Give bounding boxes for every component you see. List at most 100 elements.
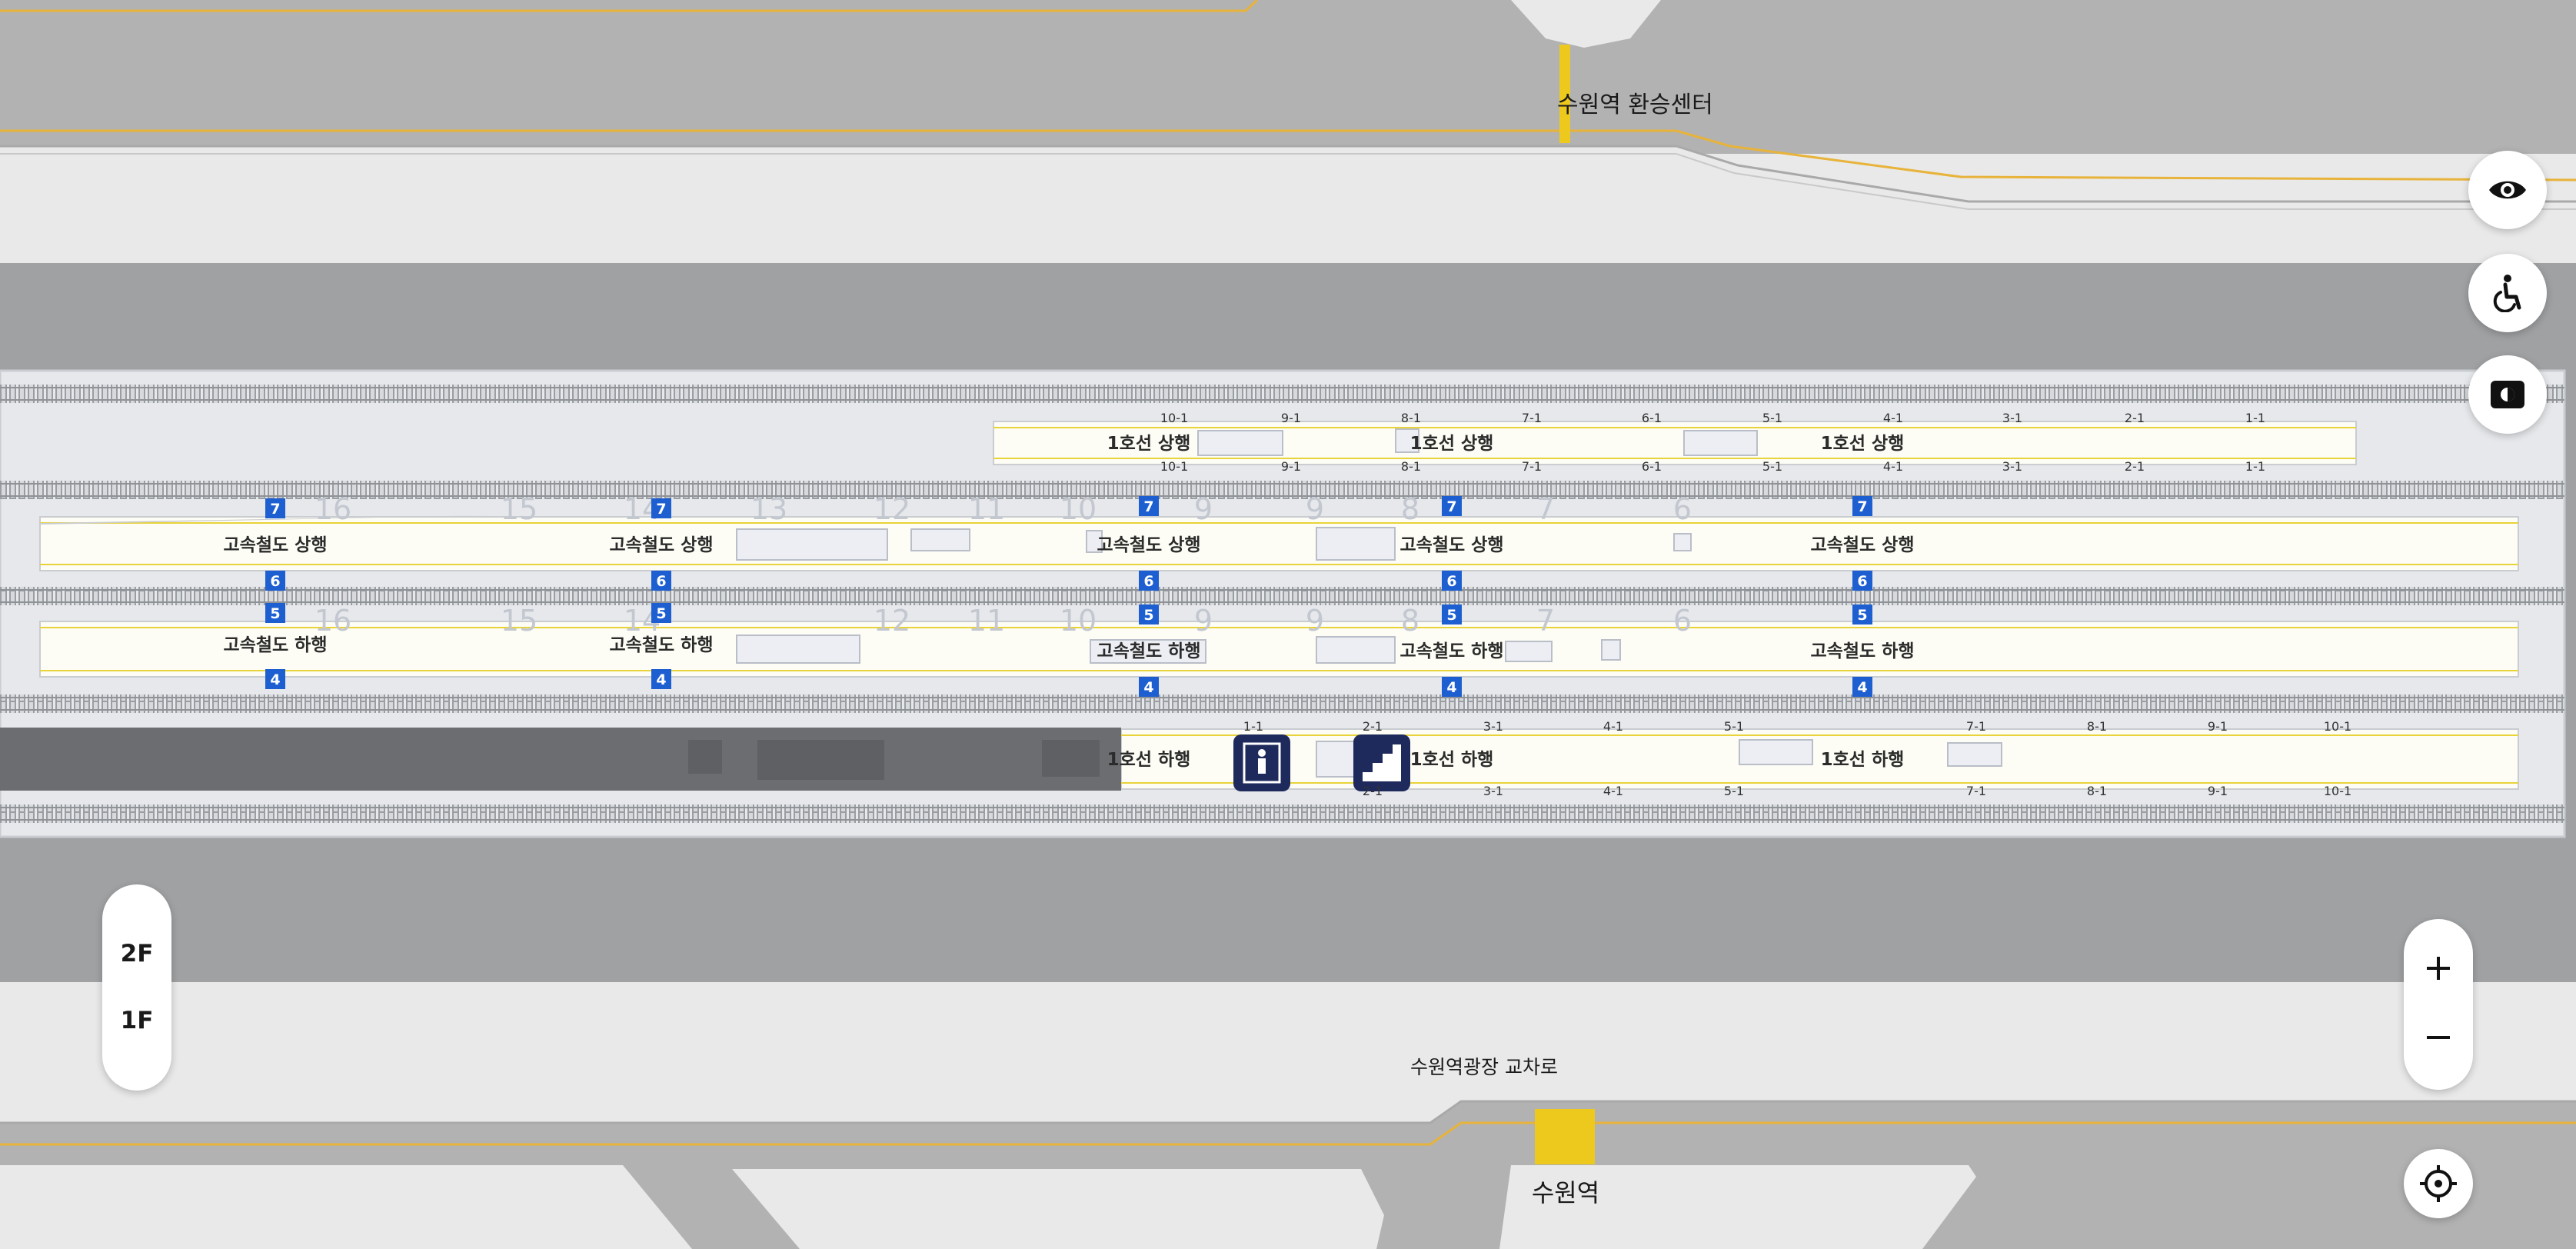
- exit-badge-label: 4: [1857, 679, 1867, 696]
- ktx-car-number: 13: [751, 492, 787, 526]
- platform-label: 고속철도 상행: [224, 535, 328, 555]
- ktx-car-number: 11: [968, 604, 1005, 638]
- car-number: 1-1: [2245, 411, 2265, 425]
- stairs-icon[interactable]: [1353, 734, 1410, 791]
- zoom-in-button[interactable]: [2404, 934, 2473, 1002]
- car-number: 9-1: [2208, 784, 2228, 798]
- ktx-car-number: 16: [315, 604, 351, 638]
- exit-badge-label: 7: [1857, 498, 1867, 515]
- exit-badge-label: 4: [1446, 679, 1456, 696]
- car-number: 6-1: [1642, 411, 1662, 425]
- exit-badge-label: 5: [1446, 607, 1456, 624]
- station-map[interactable]: 수원역 환승센터 1호선 상행 1호선 상행 1호선 상행 고속철도 상행 고속…: [0, 0, 2576, 1249]
- platform-label: 고속철도 하행: [1097, 641, 1201, 661]
- platform-label: 고속철도 하행: [1400, 641, 1504, 661]
- exit-badge-label: 4: [270, 671, 280, 688]
- car-number: 7-1: [1522, 411, 1542, 425]
- car-number: 10-1: [1160, 459, 1188, 474]
- label-station: 수원역: [1532, 1178, 1599, 1207]
- car-number: 8-1: [1401, 411, 1421, 425]
- car-number: 9-1: [2208, 719, 2228, 734]
- platform-label: 고속철도 하행: [1811, 641, 1915, 661]
- exit-badge-label: 6: [1857, 573, 1867, 590]
- platform-label: 고속철도 하행: [610, 635, 714, 655]
- covered-section: [0, 728, 1121, 791]
- car-number: 10-1: [2324, 719, 2351, 734]
- ktx-car-number: 9: [1306, 492, 1324, 526]
- car-number: 1-1: [1243, 719, 1263, 734]
- sidewalk-bottom: [0, 982, 2576, 1121]
- exit-badge-label: 6: [656, 573, 666, 590]
- exit-badge-label: 5: [1143, 607, 1153, 624]
- exit-badge-label: 6: [1143, 573, 1153, 590]
- car-number: 9-1: [1281, 459, 1301, 474]
- car-number: 1-1: [2245, 459, 2265, 474]
- car-number: 7-1: [1522, 459, 1542, 474]
- exit-badge-label: 7: [1143, 498, 1153, 515]
- floor-button-2f[interactable]: 2F: [102, 923, 171, 984]
- car-number: 4-1: [1883, 411, 1903, 425]
- ktx-car-number: 10: [1060, 492, 1097, 526]
- platform-label: 고속철도 상행: [1400, 535, 1504, 555]
- platform-label: 1호선 하행: [1410, 750, 1494, 770]
- layer-toggle-button[interactable]: [2468, 355, 2547, 434]
- exit-badge-label: 7: [656, 501, 666, 518]
- zoom-out-button[interactable]: [2404, 1004, 2473, 1071]
- car-number: 6-1: [1642, 459, 1662, 474]
- eye-icon: [2489, 181, 2526, 199]
- plus-icon: [2427, 957, 2450, 980]
- car-number: 2-1: [1363, 784, 1383, 798]
- exit-badge-label: 5: [1857, 607, 1867, 624]
- car-number: 5-1: [1762, 459, 1782, 474]
- ktx-car-number: 6: [1673, 492, 1692, 526]
- ktx-car-number: 12: [874, 492, 910, 526]
- car-number: 7-1: [1966, 719, 1986, 734]
- ktx-car-number: 9: [1306, 604, 1324, 638]
- car-number: 4-1: [1603, 719, 1623, 734]
- crosswalk-bottom: [1535, 1109, 1595, 1164]
- platform-label: 고속철도 상행: [610, 535, 714, 555]
- ktx-car-number: 15: [501, 492, 537, 526]
- accessibility-button[interactable]: [2468, 254, 2547, 332]
- platform-label: 1호선 하행: [1107, 750, 1191, 770]
- car-number: 3-1: [1483, 784, 1503, 798]
- crosshair-icon: [2420, 1165, 2457, 1202]
- zoom-control: [2404, 919, 2473, 1090]
- car-number: 3-1: [1483, 719, 1503, 734]
- minus-icon: [2427, 1036, 2450, 1039]
- view-toggle-button[interactable]: [2468, 151, 2547, 229]
- car-number: 10-1: [1160, 411, 1188, 425]
- car-number: 3-1: [2002, 411, 2022, 425]
- exit-badge-label: 5: [270, 605, 280, 622]
- exit-badge-label: 5: [656, 605, 666, 622]
- floor-selector: 2F 1F: [102, 884, 171, 1091]
- exit-badge-label: 4: [656, 671, 666, 688]
- platform-label: 1호선 상행: [1410, 434, 1494, 454]
- car-number: 8-1: [1401, 459, 1421, 474]
- platform-label: 고속철도 하행: [224, 635, 328, 655]
- elevator-icon[interactable]: [1233, 734, 1290, 791]
- ktx-car-number: 7: [1536, 492, 1555, 526]
- car-number: 8-1: [2087, 784, 2107, 798]
- exit-badge-label: 4: [1143, 679, 1153, 696]
- exit-badge-label: 6: [270, 573, 280, 590]
- ktx-car-number: 11: [968, 492, 1005, 526]
- exit-badge-label: 7: [1446, 498, 1456, 515]
- layer-toggle-icon: [2491, 381, 2524, 408]
- platform-label: 고속철도 상행: [1097, 535, 1201, 555]
- platform-label: 고속철도 상행: [1811, 535, 1915, 555]
- exit-badge-label: 6: [1446, 573, 1456, 590]
- label-plaza-crossroad: 수원역광장 교차로: [1410, 1056, 1558, 1078]
- ktx-car-number: 7: [1536, 604, 1555, 638]
- sidewalk-island: [732, 1169, 1384, 1249]
- car-number: 2-1: [1363, 719, 1383, 734]
- ktx-car-number: 8: [1401, 492, 1419, 526]
- car-number: 4-1: [1883, 459, 1903, 474]
- wheelchair-icon: [2493, 275, 2521, 312]
- platform-label: 1호선 상행: [1821, 434, 1905, 454]
- ktx-car-number: 9: [1194, 492, 1213, 526]
- floor-button-1f[interactable]: 1F: [102, 990, 171, 1051]
- car-number: 2-1: [2125, 459, 2145, 474]
- locate-button[interactable]: [2404, 1149, 2473, 1218]
- ktx-car-number: 15: [501, 604, 537, 638]
